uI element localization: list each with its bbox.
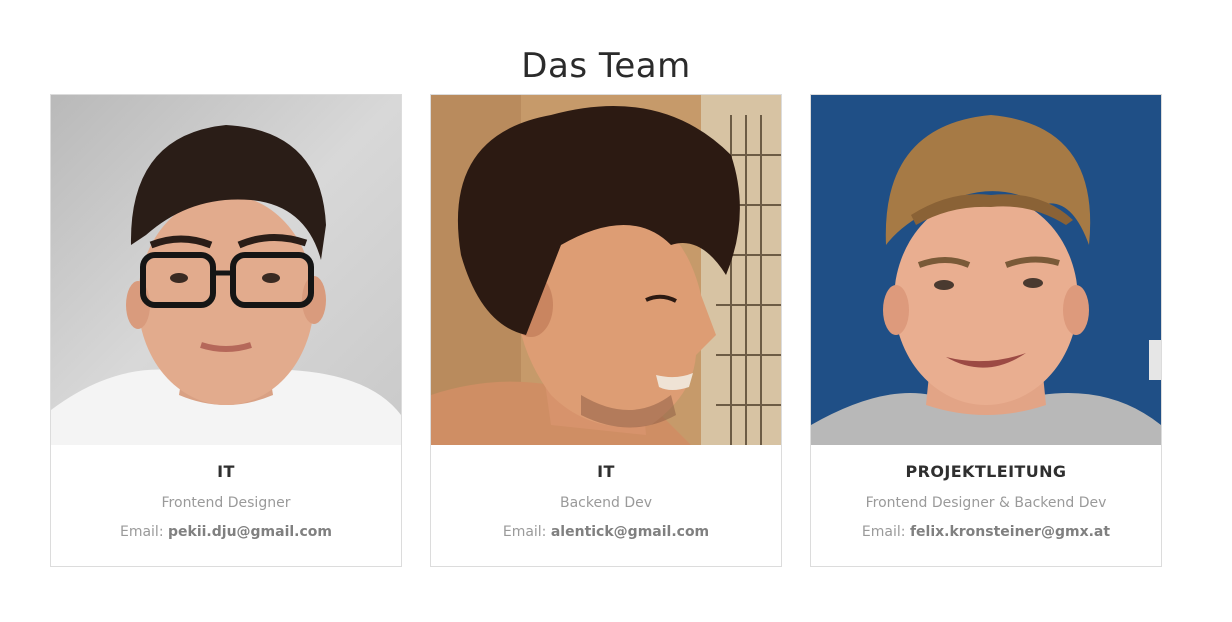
team-card: IT Backend Dev Email: alentick@gmail.com: [430, 94, 782, 567]
member-role: IT: [597, 462, 615, 481]
member-photo: [811, 95, 1161, 445]
team-section: Das Team IT Frontend Designer Email: pek…: [0, 0, 1232, 622]
section-title: Das Team: [521, 46, 691, 86]
member-role: IT: [217, 462, 235, 481]
member-email-line: Email: felix.kronsteiner@gmx.at: [811, 523, 1161, 541]
email-label: Email:: [119, 524, 164, 540]
email-address[interactable]: felix.kronsteiner@gmx.at: [910, 524, 1110, 540]
member-role: PROJEKTLEITUNG: [905, 462, 1067, 481]
email-label: Email:: [861, 524, 906, 540]
portrait-photo-icon: [431, 95, 781, 445]
member-position: Backend Dev: [560, 495, 652, 511]
email-label: Email:: [502, 524, 547, 540]
portrait-photo-icon: [51, 95, 401, 445]
team-grid: IT Frontend Designer Email: pekii.dju@gm…: [50, 94, 1162, 567]
member-email-line: Email: pekii.dju@gmail.com: [51, 523, 401, 541]
member-photo: [431, 95, 781, 445]
team-card: PROJEKTLEITUNG Frontend Designer & Backe…: [810, 94, 1162, 567]
team-card: IT Frontend Designer Email: pekii.dju@gm…: [50, 94, 402, 567]
portrait-photo-icon: [811, 95, 1161, 445]
member-position: Frontend Designer & Backend Dev: [865, 495, 1107, 511]
email-address[interactable]: pekii.dju@gmail.com: [168, 524, 332, 540]
member-email-line: Email: alentick@gmail.com: [431, 523, 781, 541]
member-position: Frontend Designer: [161, 495, 291, 511]
email-address[interactable]: alentick@gmail.com: [551, 524, 709, 540]
member-photo: [51, 95, 401, 445]
